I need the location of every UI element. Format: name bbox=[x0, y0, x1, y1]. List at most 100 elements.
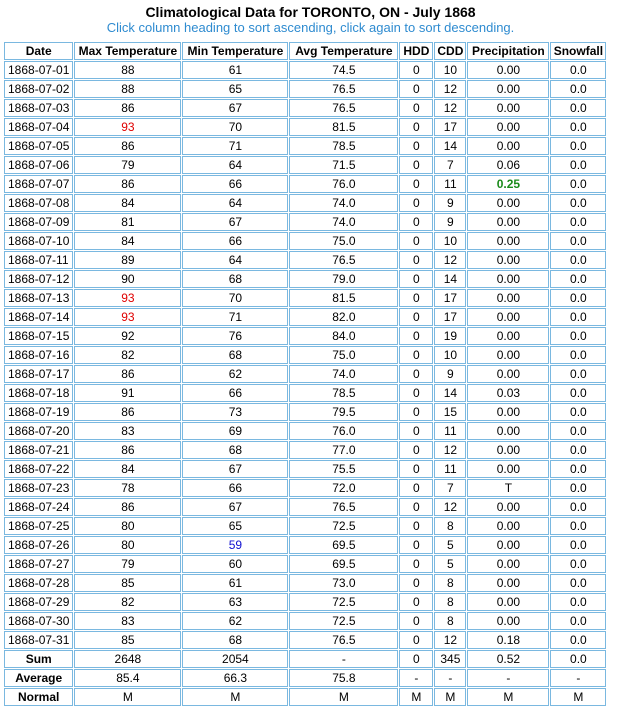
cell-cdd: 9 bbox=[434, 213, 467, 231]
cell-avg-temperature: 81.5 bbox=[289, 289, 399, 307]
cell-date: 1868-07-10 bbox=[4, 232, 74, 250]
summary-cell-avg-temperature: - bbox=[289, 650, 399, 668]
cell-date: 1868-07-05 bbox=[4, 137, 74, 155]
table-row: 1868-07-15 92 76 84.0 0 19 0.00 0.0 bbox=[4, 327, 607, 345]
column-header-max-temperature[interactable]: Max Temperature bbox=[74, 42, 182, 60]
table-row: 1868-07-26 80 59 69.5 0 5 0.00 0.0 bbox=[4, 536, 607, 554]
cell-precipitation: 0.00 bbox=[467, 536, 550, 554]
cell-avg-temperature: 76.5 bbox=[289, 99, 399, 117]
cell-avg-temperature: 76.5 bbox=[289, 251, 399, 269]
cell-avg-temperature: 74.5 bbox=[289, 61, 399, 79]
column-header-date[interactable]: Date bbox=[4, 42, 74, 60]
cell-snowfall: 0.0 bbox=[550, 156, 607, 174]
cell-max-temperature: 85 bbox=[74, 574, 182, 592]
cell-date: 1868-07-22 bbox=[4, 460, 74, 478]
column-header-hdd[interactable]: HDD bbox=[399, 42, 434, 60]
cell-date: 1868-07-30 bbox=[4, 612, 74, 630]
cell-max-temperature: 92 bbox=[74, 327, 182, 345]
cell-cdd: 12 bbox=[434, 498, 467, 516]
cell-cdd: 19 bbox=[434, 327, 467, 345]
table-row: 1868-07-13 93 70 81.5 0 17 0.00 0.0 bbox=[4, 289, 607, 307]
cell-avg-temperature: 81.5 bbox=[289, 118, 399, 136]
table-row: 1868-07-29 82 63 72.5 0 8 0.00 0.0 bbox=[4, 593, 607, 611]
summary-cell-precipitation: M bbox=[467, 688, 550, 706]
cell-max-temperature: 86 bbox=[74, 403, 182, 421]
cell-hdd: 0 bbox=[399, 346, 434, 364]
table-row: 1868-07-01 88 61 74.5 0 10 0.00 0.0 bbox=[4, 61, 607, 79]
summary-cell-cdd: 345 bbox=[434, 650, 467, 668]
cell-snowfall: 0.0 bbox=[550, 289, 607, 307]
cell-date: 1868-07-28 bbox=[4, 574, 74, 592]
column-header-snowfall[interactable]: Snowfall bbox=[550, 42, 607, 60]
cell-precipitation: 0.00 bbox=[467, 612, 550, 630]
summary-cell-avg-temperature: M bbox=[289, 688, 399, 706]
table-row: 1868-07-23 78 66 72.0 0 7 T 0.0 bbox=[4, 479, 607, 497]
cell-min-temperature: 59 bbox=[182, 536, 289, 554]
cell-date: 1868-07-06 bbox=[4, 156, 74, 174]
cell-min-temperature: 73 bbox=[182, 403, 289, 421]
cell-precipitation: 0.00 bbox=[467, 99, 550, 117]
cell-min-temperature: 65 bbox=[182, 517, 289, 535]
cell-precipitation: 0.25 bbox=[467, 175, 550, 193]
cell-snowfall: 0.0 bbox=[550, 555, 607, 573]
cell-avg-temperature: 74.0 bbox=[289, 194, 399, 212]
column-header-avg-temperature[interactable]: Avg Temperature bbox=[289, 42, 399, 60]
cell-max-temperature: 93 bbox=[74, 118, 182, 136]
cell-min-temperature: 66 bbox=[182, 232, 289, 250]
cell-date: 1868-07-23 bbox=[4, 479, 74, 497]
cell-max-temperature: 85 bbox=[74, 631, 182, 649]
column-header-min-temperature[interactable]: Min Temperature bbox=[182, 42, 289, 60]
cell-precipitation: 0.00 bbox=[467, 574, 550, 592]
cell-max-temperature: 88 bbox=[74, 80, 182, 98]
cell-avg-temperature: 69.5 bbox=[289, 536, 399, 554]
cell-cdd: 9 bbox=[434, 194, 467, 212]
table-row: 1868-07-18 91 66 78.5 0 14 0.03 0.0 bbox=[4, 384, 607, 402]
cell-min-temperature: 61 bbox=[182, 61, 289, 79]
cell-max-temperature: 86 bbox=[74, 441, 182, 459]
cell-cdd: 12 bbox=[434, 251, 467, 269]
cell-snowfall: 0.0 bbox=[550, 631, 607, 649]
cell-avg-temperature: 78.5 bbox=[289, 137, 399, 155]
cell-snowfall: 0.0 bbox=[550, 574, 607, 592]
cell-avg-temperature: 79.5 bbox=[289, 403, 399, 421]
cell-max-temperature: 93 bbox=[74, 289, 182, 307]
cell-hdd: 0 bbox=[399, 194, 434, 212]
cell-date: 1868-07-16 bbox=[4, 346, 74, 364]
table-row: 1868-07-22 84 67 75.5 0 11 0.00 0.0 bbox=[4, 460, 607, 478]
cell-precipitation: 0.00 bbox=[467, 61, 550, 79]
cell-hdd: 0 bbox=[399, 517, 434, 535]
cell-date: 1868-07-21 bbox=[4, 441, 74, 459]
cell-avg-temperature: 82.0 bbox=[289, 308, 399, 326]
cell-snowfall: 0.0 bbox=[550, 612, 607, 630]
cell-snowfall: 0.0 bbox=[550, 479, 607, 497]
cell-date: 1868-07-03 bbox=[4, 99, 74, 117]
column-header-precipitation[interactable]: Precipitation bbox=[467, 42, 550, 60]
cell-max-temperature: 79 bbox=[74, 156, 182, 174]
cell-min-temperature: 64 bbox=[182, 156, 289, 174]
table-row: 1868-07-12 90 68 79.0 0 14 0.00 0.0 bbox=[4, 270, 607, 288]
cell-cdd: 11 bbox=[434, 422, 467, 440]
cell-max-temperature: 86 bbox=[74, 137, 182, 155]
cell-date: 1868-07-18 bbox=[4, 384, 74, 402]
cell-hdd: 0 bbox=[399, 289, 434, 307]
cell-min-temperature: 71 bbox=[182, 308, 289, 326]
cell-snowfall: 0.0 bbox=[550, 498, 607, 516]
cell-min-temperature: 68 bbox=[182, 441, 289, 459]
cell-cdd: 11 bbox=[434, 460, 467, 478]
cell-precipitation: 0.06 bbox=[467, 156, 550, 174]
cell-snowfall: 0.0 bbox=[550, 118, 607, 136]
cell-min-temperature: 62 bbox=[182, 365, 289, 383]
cell-precipitation: T bbox=[467, 479, 550, 497]
cell-hdd: 0 bbox=[399, 80, 434, 98]
cell-min-temperature: 67 bbox=[182, 498, 289, 516]
cell-hdd: 0 bbox=[399, 631, 434, 649]
cell-min-temperature: 66 bbox=[182, 479, 289, 497]
table-row: 1868-07-05 86 71 78.5 0 14 0.00 0.0 bbox=[4, 137, 607, 155]
summary-cell-snowfall: - bbox=[550, 669, 607, 687]
cell-cdd: 12 bbox=[434, 80, 467, 98]
cell-cdd: 8 bbox=[434, 593, 467, 611]
climate-data-table: Date Max Temperature Min Temperature Avg… bbox=[3, 41, 608, 707]
cell-snowfall: 0.0 bbox=[550, 346, 607, 364]
cell-cdd: 14 bbox=[434, 270, 467, 288]
column-header-cdd[interactable]: CDD bbox=[434, 42, 467, 60]
